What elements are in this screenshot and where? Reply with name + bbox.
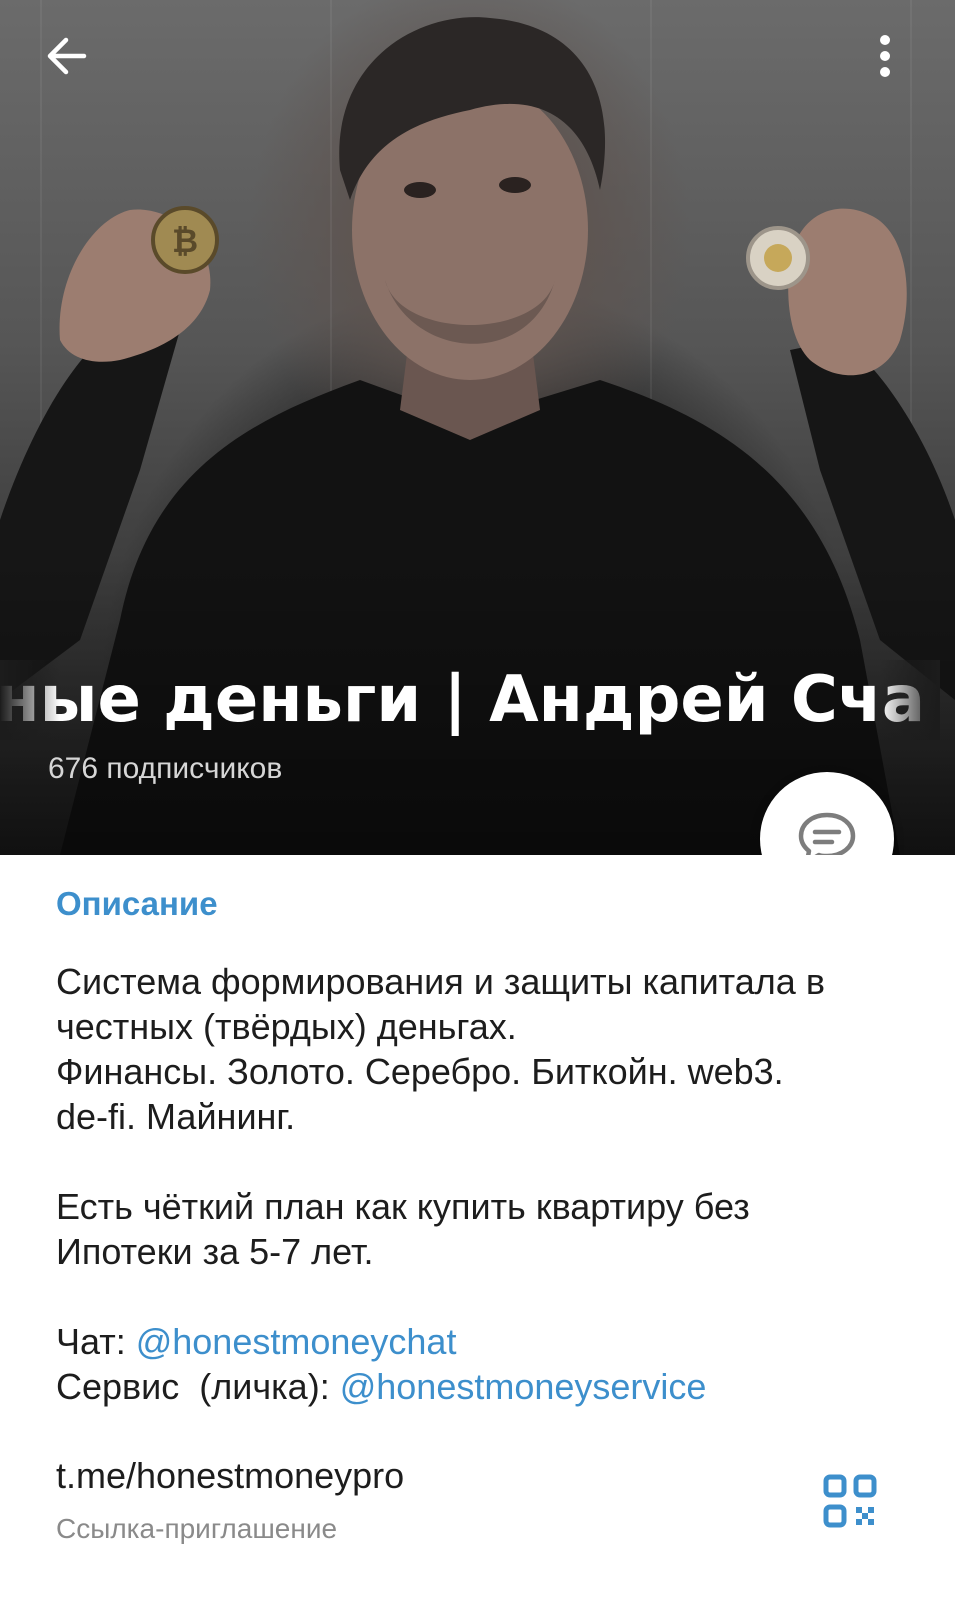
info-section: Описание Система формирования и защиты к… (0, 855, 955, 1600)
description-line: Ипотеки за 5-7 лет. (56, 1231, 374, 1272)
description-line: честных (твёрдых) деньгах. (56, 1006, 517, 1047)
eye-shape (499, 177, 531, 193)
description-line: Есть чёткий план как купить квартиру без (56, 1186, 750, 1227)
invite-link-label: Ссылка-приглашение (56, 1513, 338, 1544)
eye-shape (404, 182, 436, 198)
chat-line: Чат: @honestmoneychat (56, 1319, 916, 1364)
description-heading: Описание (56, 885, 218, 922)
bitcoin-symbol-icon: ₿ (172, 222, 198, 260)
service-mention-link[interactable]: @honestmoneyservice (340, 1366, 707, 1407)
description-line: Система формирования и защиты капитала в (56, 961, 825, 1002)
arrow-left-icon (47, 37, 87, 75)
title-fade-right (880, 660, 940, 740)
right-hand-shape (788, 208, 907, 376)
gold-coin-shape (764, 244, 792, 272)
description-text: Система формирования и защиты капитала в… (56, 959, 916, 1409)
qr-code-icon (823, 1474, 877, 1528)
subscriber-count: 676 подписчиков (48, 752, 283, 785)
title-fade-left (0, 660, 60, 740)
chat-mention-link[interactable]: @honestmoneychat (136, 1321, 457, 1362)
description-line: de-fi. Майнинг. (56, 1096, 296, 1137)
channel-title-text: тные деньги | Андрей Сча (0, 663, 925, 737)
service-line: Сервис (личка): @honestmoneyservice (56, 1364, 916, 1409)
back-button[interactable] (36, 26, 96, 86)
service-label: Сервис (личка): (56, 1366, 340, 1407)
qr-code-button[interactable] (822, 1473, 878, 1529)
more-vertical-icon (880, 35, 890, 77)
channel-title: тные деньги | Андрей Сча (0, 660, 925, 740)
chat-label: Чат: (56, 1321, 136, 1362)
more-options-button[interactable] (865, 26, 905, 86)
invite-link[interactable]: t.me/honestmoneypro (56, 1455, 404, 1497)
description-line: Финансы. Золото. Серебро. Биткойн. web3. (56, 1051, 784, 1092)
